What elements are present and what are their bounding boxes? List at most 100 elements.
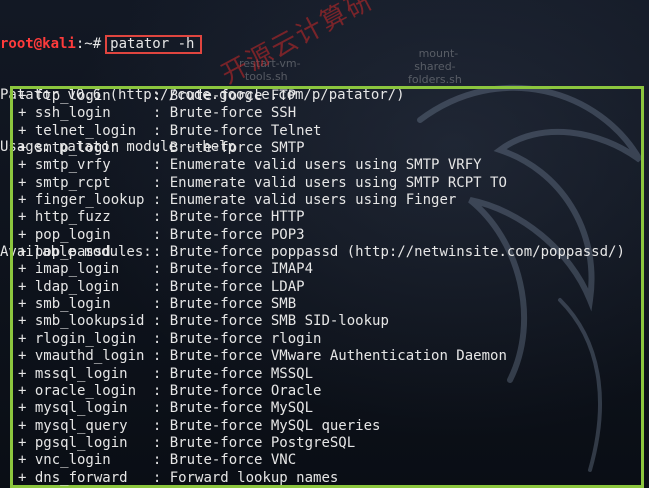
module-name: mysql_query [34, 417, 128, 434]
module-separator: : [127, 469, 170, 486]
module-description: Brute-force IMAP4 [169, 261, 314, 278]
module-bullet: + [18, 278, 35, 295]
module-row: + imap_login : Brute-force IMAP4 [18, 261, 625, 278]
module-separator: : [127, 365, 170, 382]
module-separator: : [110, 226, 170, 243]
module-row: + pgsql_login : Brute-force PostgreSQL [18, 435, 625, 452]
module-row: + smtp_login : Brute-force SMTP [18, 140, 625, 157]
module-description: Brute-force MSSQL [169, 365, 314, 382]
prompt-user: root@kali [0, 35, 76, 52]
module-description: Brute-force Oracle [169, 382, 322, 399]
module-description: Enumerate valid users using Finger [169, 192, 457, 209]
module-separator: : [144, 192, 170, 209]
module-bullet: + [18, 209, 35, 226]
module-name: smtp_vrfy [34, 157, 111, 174]
module-name: pgsql_login [34, 434, 128, 451]
module-separator: : [119, 278, 170, 295]
module-name: finger_lookup [34, 192, 145, 209]
module-separator: : [110, 244, 170, 261]
module-description: Brute-force PostgreSQL [169, 434, 356, 451]
module-description: Brute-force LDAP [169, 278, 305, 295]
module-row: + smb_lookupsid : Brute-force SMB SID-lo… [18, 313, 625, 330]
module-bullet: + [18, 192, 35, 209]
module-bullet: + [18, 469, 35, 486]
module-separator: : [110, 157, 170, 174]
module-row: + ftp_login : Brute-force FTP [18, 88, 625, 105]
module-name: telnet_login [34, 122, 137, 139]
module-name: smb_lookupsid [34, 313, 145, 330]
module-name: imap_login [34, 261, 120, 278]
module-row: + mysql_query : Brute-force MySQL querie… [18, 418, 625, 435]
module-bullet: + [18, 261, 35, 278]
module-name: oracle_login [34, 382, 137, 399]
module-name: vnc_login [34, 452, 111, 469]
module-description: Brute-force MySQL [169, 400, 314, 417]
module-bullet: + [18, 434, 35, 451]
module-bullet: + [18, 140, 35, 157]
module-description: Brute-force poppassd (http://netwinsite.… [169, 244, 625, 261]
module-name: pop_login [34, 226, 111, 243]
module-bullet: + [18, 296, 35, 313]
module-description: Brute-force VNC [169, 452, 297, 469]
module-row: + oracle_login : Brute-force Oracle [18, 383, 625, 400]
prompt-line: root@kali:~# patator -h [0, 34, 649, 54]
module-name: smb_login [34, 296, 111, 313]
module-row: + telnet_login : Brute-force Telnet [18, 123, 625, 140]
command-text: patator -h [110, 35, 195, 52]
module-name: vmauthd_login [34, 348, 145, 365]
module-separator: : [110, 174, 170, 191]
module-separator: : [110, 209, 170, 226]
module-separator: : [136, 382, 170, 399]
module-row: + pop_login : Brute-force POP3 [18, 227, 625, 244]
module-bullet: + [18, 452, 35, 469]
module-bullet: + [18, 417, 35, 434]
module-row: + vmauthd_login : Brute-force VMware Aut… [18, 348, 625, 365]
module-bullet: + [18, 365, 35, 382]
module-separator: : [119, 261, 170, 278]
module-name: ftp_login [34, 88, 111, 104]
module-description: Brute-force SSH [169, 105, 297, 122]
modules-list: + ftp_login : Brute-force FTP + ssh_login… [18, 88, 625, 487]
module-separator: : [144, 348, 170, 365]
module-name: dns_forward [34, 469, 128, 486]
module-bullet: + [18, 122, 35, 139]
module-description: Brute-force SMTP [169, 140, 305, 157]
module-row: + pop_passd : Brute-force poppassd (http… [18, 244, 625, 261]
module-name: ssh_login [34, 105, 111, 122]
module-description: Forward lookup names [169, 469, 339, 486]
command-highlight: patator -h [105, 34, 203, 54]
module-bullet: + [18, 382, 35, 399]
module-name: rlogin_login [34, 330, 137, 347]
module-description: Brute-force SMB [169, 296, 297, 313]
module-bullet: + [18, 330, 35, 347]
module-row: + smb_login : Brute-force SMB [18, 296, 625, 313]
module-bullet: + [18, 157, 35, 174]
module-bullet: + [18, 105, 35, 122]
module-description: Brute-force VMware Authentication Daemon [169, 348, 507, 365]
module-row: + mssql_login : Brute-force MSSQL [18, 366, 625, 383]
module-name: mssql_login [34, 365, 128, 382]
module-description: Brute-force POP3 [169, 226, 305, 243]
module-row: + ssh_login : Brute-force SSH [18, 105, 625, 122]
module-separator: : [119, 140, 170, 157]
module-row: + mysql_login : Brute-force MySQL [18, 400, 625, 417]
module-separator: : [110, 105, 170, 122]
module-separator: : [136, 330, 170, 347]
module-separator: : [144, 313, 170, 330]
module-row: + smtp_rcpt : Enumerate valid users usin… [18, 175, 625, 192]
module-separator: : [127, 417, 170, 434]
module-separator: : [110, 452, 170, 469]
module-name: smtp_login [34, 140, 120, 157]
module-name: mysql_login [34, 400, 128, 417]
module-row: + http_fuzz : Brute-force HTTP [18, 209, 625, 226]
module-row: + ldap_login : Brute-force LDAP [18, 279, 625, 296]
module-row: + vnc_login : Brute-force VNC [18, 452, 625, 469]
module-description: Brute-force FTP [169, 88, 297, 104]
module-bullet: + [18, 88, 35, 104]
module-name: smtp_rcpt [34, 174, 111, 191]
module-row: + smtp_vrfy : Enumerate valid users usin… [18, 157, 625, 174]
module-bullet: + [18, 226, 35, 243]
module-separator: : [136, 122, 170, 139]
module-name: pop_passd [34, 244, 111, 261]
module-bullet: + [18, 174, 35, 191]
